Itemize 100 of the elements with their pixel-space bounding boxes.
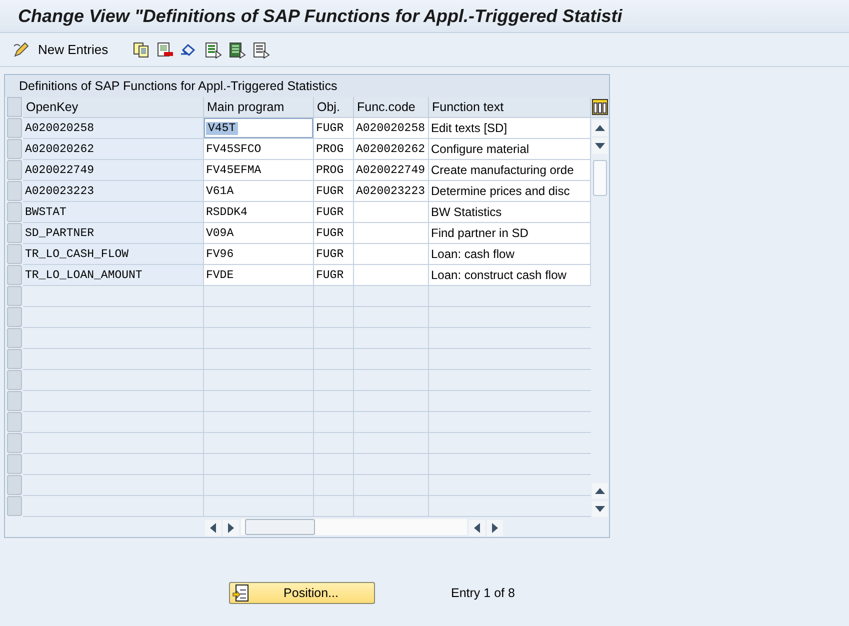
- row-selector[interactable]: [7, 265, 22, 285]
- scroll-down-button[interactable]: [592, 501, 608, 517]
- table-cell[interactable]: A020020262: [23, 139, 204, 160]
- scroll-left-button[interactable]: [469, 520, 485, 536]
- row-selector[interactable]: [7, 496, 22, 516]
- table-cell[interactable]: FUGR: [314, 265, 354, 286]
- row-selector[interactable]: [7, 349, 22, 369]
- table-cell[interactable]: [314, 307, 354, 328]
- table-cell[interactable]: [23, 349, 204, 370]
- table-cell[interactable]: [23, 475, 204, 496]
- delete-icon[interactable]: [156, 40, 174, 58]
- column-header[interactable]: Func.code: [354, 97, 429, 118]
- table-cell[interactable]: [23, 433, 204, 454]
- row-selector[interactable]: [7, 286, 22, 306]
- table-cell[interactable]: [314, 370, 354, 391]
- table-cell[interactable]: PROG: [314, 160, 354, 181]
- table-cell[interactable]: FV96: [204, 244, 314, 265]
- table-cell[interactable]: A020023223: [354, 181, 429, 202]
- table-cell[interactable]: BW Statistics: [429, 202, 591, 223]
- table-cell[interactable]: Determine prices and disc: [429, 181, 591, 202]
- table-cell[interactable]: [23, 496, 204, 517]
- scroll-up-button[interactable]: [592, 120, 608, 136]
- deselect-all-icon[interactable]: [252, 40, 270, 58]
- table-cell[interactable]: [354, 412, 429, 433]
- table-cell[interactable]: FUGR: [314, 202, 354, 223]
- select-block-icon[interactable]: [228, 40, 246, 58]
- table-cell[interactable]: A020020262: [354, 139, 429, 160]
- copy-icon[interactable]: [132, 40, 150, 58]
- select-all-button[interactable]: [7, 97, 22, 117]
- table-cell[interactable]: [354, 391, 429, 412]
- table-cell[interactable]: [204, 286, 314, 307]
- column-header[interactable]: Function text: [429, 97, 591, 118]
- table-cell[interactable]: [314, 496, 354, 517]
- vertical-scrollbar-thumb[interactable]: [593, 160, 607, 196]
- select-all-icon[interactable]: [204, 40, 222, 58]
- table-cell[interactable]: FVDE: [204, 265, 314, 286]
- table-cell[interactable]: [23, 328, 204, 349]
- table-cell[interactable]: [23, 307, 204, 328]
- table-cell[interactable]: [23, 391, 204, 412]
- table-cell[interactable]: FUGR: [314, 118, 354, 139]
- row-selector[interactable]: [7, 433, 22, 453]
- table-cell[interactable]: [204, 349, 314, 370]
- scroll-left-button[interactable]: [205, 520, 221, 536]
- table-cell[interactable]: A020023223: [23, 181, 204, 202]
- table-cell[interactable]: [204, 412, 314, 433]
- table-cell[interactable]: [354, 496, 429, 517]
- table-cell[interactable]: [354, 370, 429, 391]
- column-header[interactable]: Main program: [204, 97, 314, 118]
- column-header[interactable]: OpenKey: [23, 97, 204, 118]
- table-cell[interactable]: [354, 223, 429, 244]
- pencil-icon[interactable]: [12, 40, 30, 58]
- row-selector[interactable]: [7, 202, 22, 222]
- table-cell[interactable]: FUGR: [314, 181, 354, 202]
- table-cell[interactable]: [354, 349, 429, 370]
- table-cell[interactable]: Loan: construct cash flow: [429, 265, 591, 286]
- table-cell[interactable]: RSDDK4: [204, 202, 314, 223]
- table-cell[interactable]: [354, 475, 429, 496]
- table-cell[interactable]: [314, 286, 354, 307]
- row-selector[interactable]: [7, 244, 22, 264]
- table-cell[interactable]: [204, 496, 314, 517]
- scroll-down-button[interactable]: [592, 138, 608, 154]
- table-cell[interactable]: Create manufacturing orde: [429, 160, 591, 181]
- table-cell[interactable]: [314, 454, 354, 475]
- table-cell[interactable]: [23, 412, 204, 433]
- table-cell[interactable]: [204, 454, 314, 475]
- table-cell[interactable]: V61A: [204, 181, 314, 202]
- table-cell[interactable]: [314, 433, 354, 454]
- table-cell[interactable]: [314, 412, 354, 433]
- column-settings-button[interactable]: [591, 97, 609, 118]
- table-cell[interactable]: Edit texts [SD]: [429, 118, 591, 139]
- table-cell[interactable]: FUGR: [314, 223, 354, 244]
- table-cell[interactable]: [314, 349, 354, 370]
- table-cell[interactable]: [314, 391, 354, 412]
- row-selector[interactable]: [7, 412, 22, 432]
- table-cell[interactable]: A020022749: [354, 160, 429, 181]
- row-selector[interactable]: [7, 391, 22, 411]
- table-cell[interactable]: [354, 307, 429, 328]
- row-selector[interactable]: [7, 307, 22, 327]
- row-selector[interactable]: [7, 370, 22, 390]
- table-cell[interactable]: Configure material: [429, 139, 591, 160]
- column-header[interactable]: Obj.: [314, 97, 354, 118]
- scroll-right-button[interactable]: [487, 520, 503, 536]
- table-cell[interactable]: A020020258: [354, 118, 429, 139]
- table-cell[interactable]: FV45EFMA: [204, 160, 314, 181]
- row-selector[interactable]: [7, 181, 22, 201]
- table-cell[interactable]: Loan: cash flow: [429, 244, 591, 265]
- table-cell[interactable]: FV45SFCO: [204, 139, 314, 160]
- table-cell[interactable]: [354, 244, 429, 265]
- table-cell[interactable]: Find partner in SD: [429, 223, 591, 244]
- table-cell[interactable]: FUGR: [314, 244, 354, 265]
- table-cell[interactable]: [204, 391, 314, 412]
- table-cell[interactable]: BWSTAT: [23, 202, 204, 223]
- table-cell[interactable]: [354, 286, 429, 307]
- table-cell[interactable]: V09A: [204, 223, 314, 244]
- table-cell[interactable]: TR_LO_LOAN_AMOUNT: [23, 265, 204, 286]
- table-cell[interactable]: [354, 328, 429, 349]
- table-cell[interactable]: V45T: [204, 118, 314, 139]
- row-selector[interactable]: [7, 475, 22, 495]
- table-cell[interactable]: [314, 475, 354, 496]
- table-cell[interactable]: [204, 433, 314, 454]
